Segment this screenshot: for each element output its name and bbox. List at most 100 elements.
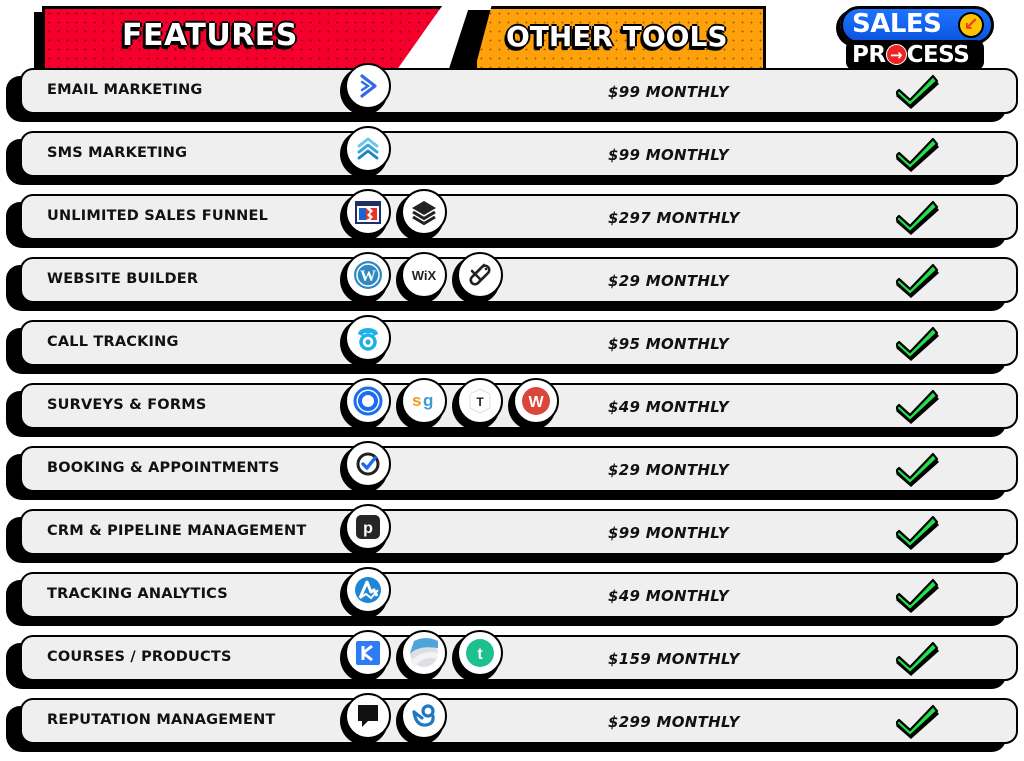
tool-logos: t — [340, 630, 504, 684]
tool-logos — [340, 63, 392, 117]
check-icon — [894, 70, 940, 110]
price-label: $29 MONTHLY — [608, 272, 729, 290]
tool-logos — [340, 693, 448, 747]
price-label: $99 MONTHLY — [608, 83, 729, 101]
phone-tracking-icon — [345, 315, 391, 361]
tool-logo: p — [340, 504, 392, 556]
table-row: WEBSITE BUILDER W WiX $29 MONTHLY — [0, 252, 1024, 319]
svg-text:WiX: WiX — [412, 268, 437, 283]
tool-logos: W WiX — [340, 252, 504, 306]
table-row: COURSES / PRODUCTS t $159 MONTHLY — [0, 630, 1024, 697]
acuity-check-icon — [345, 441, 391, 487]
tool-logo — [340, 378, 392, 430]
surveygizmo-icon: sg — [401, 378, 447, 424]
tool-logo — [452, 252, 504, 304]
logo-process-text: PR → CESS — [852, 42, 970, 68]
tool-logo — [340, 189, 392, 241]
other-tools-heading: OTHER TOOLS — [506, 20, 728, 53]
table-row: BOOKING & APPOINTMENTS $29 MONTHLY — [0, 441, 1024, 508]
price-label: $29 MONTHLY — [608, 461, 729, 479]
price-label: $299 MONTHLY — [608, 713, 740, 731]
check-icon — [894, 574, 940, 614]
tool-logo: t — [452, 630, 504, 682]
check-icon — [894, 322, 940, 362]
table-row: SMS MARKETING $99 MONTHLY — [0, 126, 1024, 193]
activecampaign-icon — [345, 63, 391, 109]
svg-text:W: W — [360, 268, 376, 285]
typeform-icon: T — [457, 378, 503, 424]
table-row: UNLIMITED SALES FUNNEL $297 MONTHLY — [0, 189, 1024, 256]
tool-logos — [340, 315, 392, 369]
feature-name: CALL TRACKING — [47, 334, 179, 350]
tool-logos: sg T W — [340, 378, 560, 432]
feature-name: CRM & PIPELINE MANAGEMENT — [47, 523, 307, 539]
svg-text:p: p — [363, 520, 373, 537]
feature-name: SURVEYS & FORMS — [47, 397, 207, 413]
kajabi-icon — [345, 630, 391, 676]
logo-sales-text: SALES — [852, 9, 942, 39]
check-icon — [894, 133, 940, 173]
check-icon — [894, 700, 940, 740]
check-icon — [894, 511, 940, 551]
check-icon — [894, 259, 940, 299]
tool-logos — [340, 189, 448, 243]
table-row: SURVEYS & FORMS s g T W $49 MONTHLY — [0, 378, 1024, 445]
tool-logo — [396, 693, 448, 745]
check-icon — [894, 448, 940, 488]
svg-text:t: t — [477, 646, 483, 663]
feature-name: TRACKING ANALYTICS — [47, 586, 228, 602]
tool-logo — [340, 567, 392, 619]
feature-name: SMS MARKETING — [47, 145, 188, 161]
layers-icon — [401, 189, 447, 235]
svg-text:s: s — [412, 391, 421, 410]
table-row: REPUTATION MANAGEMENT $299 MONTHLY — [0, 693, 1024, 760]
feature-name: COURSES / PRODUCTS — [47, 649, 232, 665]
tool-logos — [340, 567, 392, 621]
wix-icon: WiX — [401, 252, 447, 298]
tool-logo — [396, 630, 448, 682]
feature-name: BOOKING & APPOINTMENTS — [47, 460, 280, 476]
squarespace-icon — [457, 252, 503, 298]
tool-logo: T — [452, 378, 504, 430]
tool-logo — [340, 63, 392, 115]
wufoo-icon: W — [513, 378, 559, 424]
birdeye-icon — [401, 693, 447, 739]
logo-process-post: CESS — [906, 42, 970, 68]
feature-name: EMAIL MARKETING — [47, 82, 203, 98]
tool-logo — [396, 189, 448, 241]
svg-text:W: W — [528, 394, 544, 411]
tool-logo — [340, 630, 392, 682]
teachable-icon: t — [457, 630, 503, 676]
tool-logos — [340, 126, 392, 180]
table-row: TRACKING ANALYTICS $49 MONTHLY — [0, 567, 1024, 634]
price-label: $95 MONTHLY — [608, 335, 729, 353]
check-icon — [894, 196, 940, 236]
tool-logo: WiX — [396, 252, 448, 304]
tool-logos — [340, 441, 392, 495]
clickfunnels-icon — [345, 189, 391, 235]
tool-logo: W — [340, 252, 392, 304]
tool-logo: W — [508, 378, 560, 430]
feature-name: REPUTATION MANAGEMENT — [47, 712, 276, 728]
calendly-icon — [345, 378, 391, 424]
price-label: $49 MONTHLY — [608, 587, 729, 605]
price-label: $49 MONTHLY — [608, 398, 729, 416]
svg-text:g: g — [423, 391, 433, 410]
wordpress-icon: W — [345, 252, 391, 298]
tool-logos: p — [340, 504, 392, 558]
price-label: $99 MONTHLY — [608, 146, 729, 164]
swirl-icon — [401, 630, 447, 676]
price-label: $159 MONTHLY — [608, 650, 740, 668]
analytics-a-icon — [345, 567, 391, 613]
tool-logo — [340, 441, 392, 493]
table-row: EMAIL MARKETING $99 MONTHLY — [0, 63, 1024, 130]
arrow-right-icon: → — [885, 44, 907, 65]
features-heading: FEATURES — [122, 18, 298, 53]
tool-logo — [340, 315, 392, 367]
svg-text:T: T — [476, 395, 484, 409]
price-label: $297 MONTHLY — [608, 209, 740, 227]
podium-icon — [345, 693, 391, 739]
pipedrive-icon: p — [345, 504, 391, 550]
arrow-down-left-icon: ↙ — [958, 12, 984, 38]
check-icon — [894, 385, 940, 425]
